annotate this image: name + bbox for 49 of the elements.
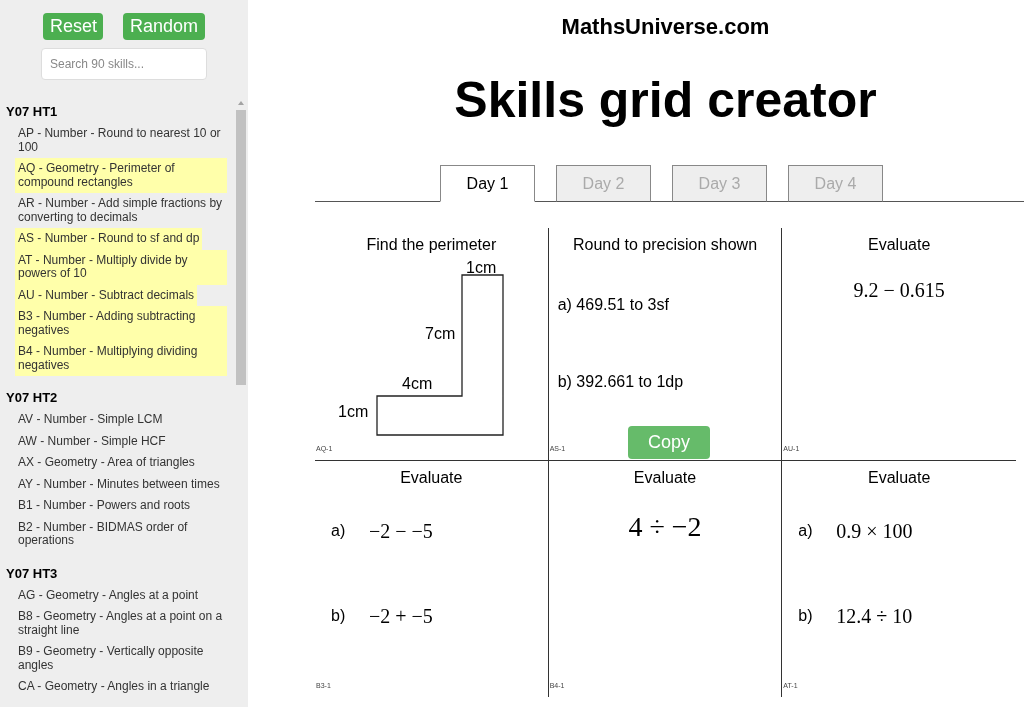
question-prompt: Evaluate [400, 468, 463, 488]
group-heading: Y07 HT3 [6, 565, 58, 582]
skill-item[interactable]: AX - Geometry - Area of triangles [15, 452, 198, 474]
skill-item[interactable]: AR - Number - Add simple fractions by converting to decimals [15, 193, 227, 228]
skill-item[interactable]: AG - Geometry - Angles at a point [15, 584, 202, 606]
arrow-up-icon[interactable] [238, 101, 244, 105]
skill-item[interactable]: B4 - Number - Multiplying dividing negatives [15, 341, 227, 376]
question-part: a) 469.51 to 3sf [557, 295, 669, 315]
dimension-label: 4cm [402, 375, 433, 393]
page-title: Skills grid creator [454, 75, 877, 125]
skill-item[interactable]: B2 - Number - BIDMAS order of operations [15, 516, 227, 552]
skill-item[interactable]: AY - Number - Minutes between times [15, 473, 223, 495]
skill-item[interactable]: B3 - Number - Adding subtracting negatives [15, 306, 227, 341]
math-expression: −2 − −5 [369, 519, 433, 543]
dimension-label: 7cm [425, 325, 456, 343]
math-expression: 4 ÷ −2 [628, 511, 702, 543]
skill-item[interactable]: B8 - Geometry - Angles at a point on a straight line [15, 606, 227, 641]
question-part: b) 392.661 to 1dp [557, 372, 684, 392]
skill-item[interactable]: CA - Geometry - Angles in a triangle [15, 676, 213, 698]
part-label: b) [331, 606, 347, 626]
math-expression: 0.9 × 100 [836, 519, 913, 543]
dimension-label: 1cm [338, 403, 369, 421]
part-label: b) [798, 606, 814, 626]
scrollbar-thumb[interactable] [236, 110, 246, 385]
group-heading: Y07 HT2 [6, 390, 58, 406]
question-prompt: Round to precision shown [572, 235, 758, 255]
question-prompt: Find the perimeter [366, 235, 497, 255]
question-prompt: Evaluate [868, 235, 931, 255]
skill-item[interactable]: AW - Number - Simple HCF [15, 430, 169, 452]
tab[interactable]: Day 1 [440, 165, 535, 202]
skill-item[interactable]: AV - Number - Simple LCM [15, 409, 166, 431]
part-label: a) [331, 521, 347, 541]
math-expression: 9.2 − 0.615 [853, 278, 945, 302]
group-heading: Y07 HT1 [6, 104, 58, 120]
search-field[interactable]: Search 90 skills... [41, 48, 207, 80]
skill-item[interactable]: B9 - Geometry - Vertically opposite angles [15, 641, 227, 676]
math-expression: 12.4 ÷ 10 [836, 604, 913, 628]
dimension-label: 1cm [466, 259, 497, 277]
skill-item[interactable]: AP - Number - Round to nearest 10 or 100 [15, 123, 227, 158]
skill-item[interactable]: AU - Number - Subtract decimals [15, 284, 198, 306]
part-label: a) [798, 521, 814, 541]
skill-item[interactable]: AQ - Geometry - Perimeter of compound rectangles [15, 158, 227, 193]
question-prompt: Evaluate [868, 468, 931, 488]
skill-item[interactable]: AS - Number - Round to sf and dp [15, 228, 203, 250]
site-name: MathsUniverse.com [561, 14, 770, 40]
skill-item[interactable]: B1 - Number - Powers and roots [15, 495, 194, 517]
math-expression: −2 + −5 [369, 604, 433, 628]
question-prompt: Evaluate [633, 468, 697, 488]
skill-item[interactable]: AT - Number - Multiply divide by powers of 10 [15, 249, 227, 285]
